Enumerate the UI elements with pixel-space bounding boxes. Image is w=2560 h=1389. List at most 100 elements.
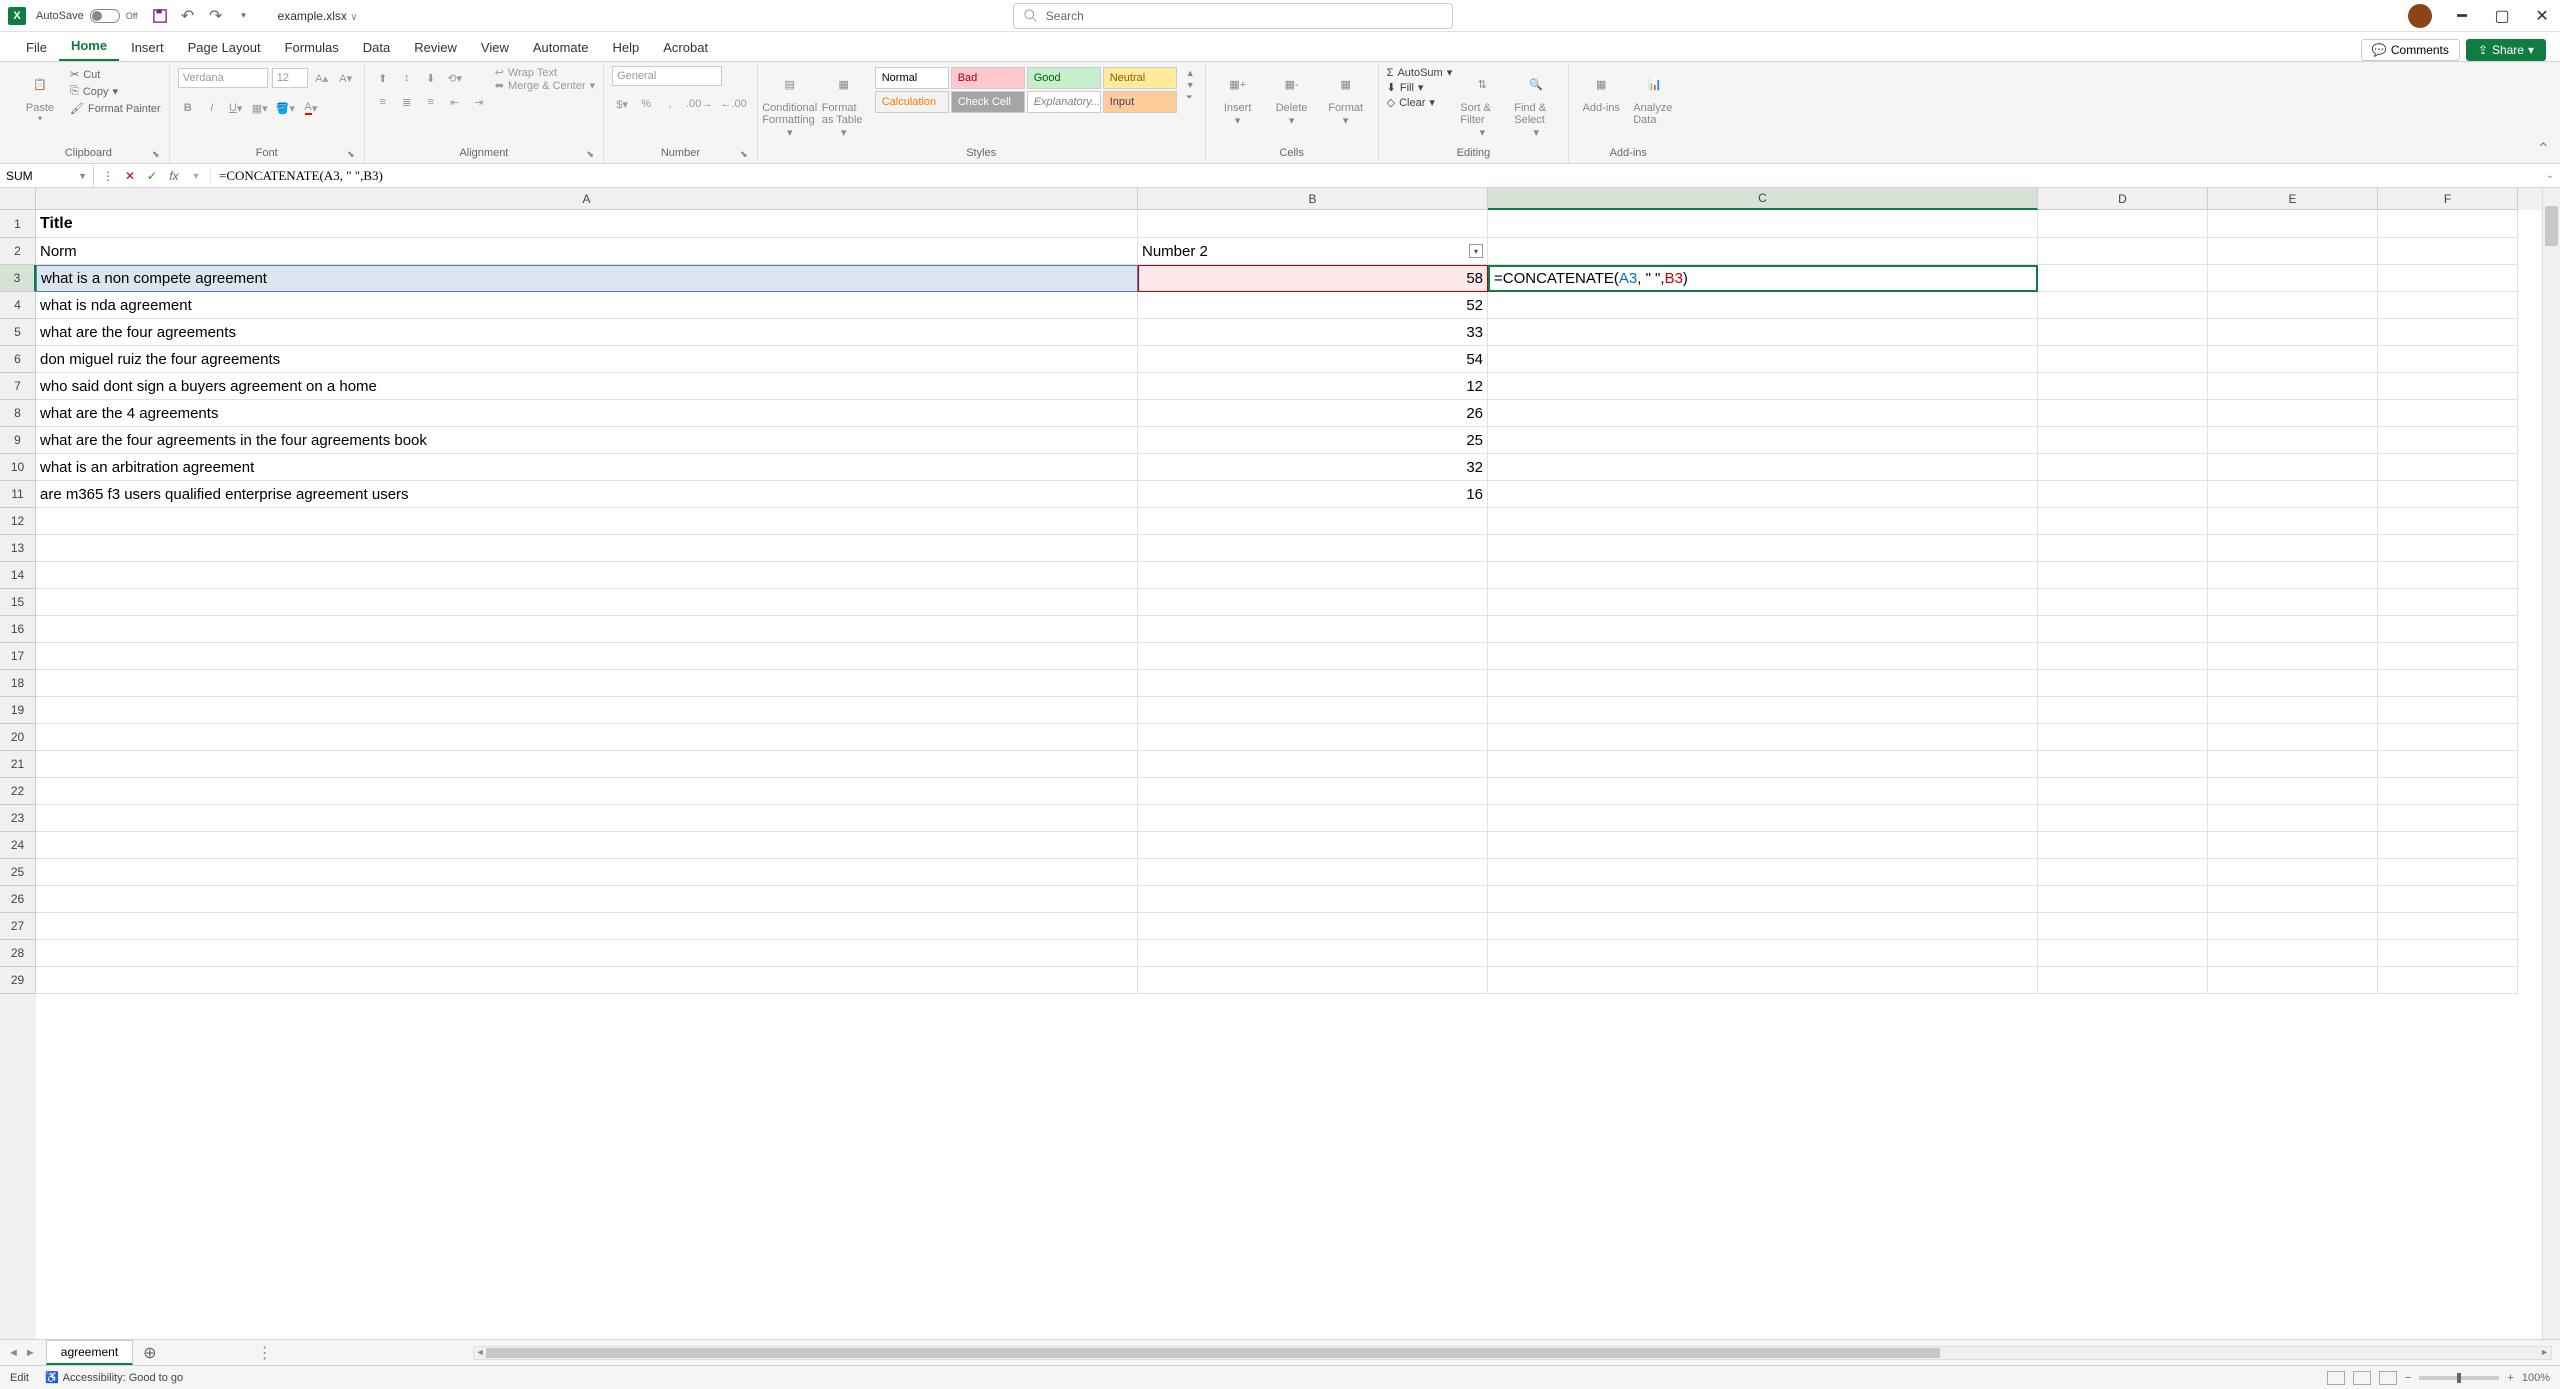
cell-B17[interactable] [1138,643,1488,670]
cell-E13[interactable] [2208,535,2378,562]
cell-B28[interactable] [1138,940,1488,967]
cell-D18[interactable] [2038,670,2208,697]
row-header-1[interactable]: 1 [0,210,36,238]
cell-F14[interactable] [2378,562,2518,589]
cell-B2[interactable]: Number 2▾ [1138,238,1488,265]
row-header-5[interactable]: 5 [0,319,36,346]
cell-B19[interactable] [1138,697,1488,724]
cell-A4[interactable]: what is nda agreement [36,292,1138,319]
cell-B24[interactable] [1138,832,1488,859]
search-input[interactable]: Search [1013,3,1453,29]
cell-D24[interactable] [2038,832,2208,859]
cell-F23[interactable] [2378,805,2518,832]
cell-E23[interactable] [2208,805,2378,832]
undo-icon[interactable]: ↶ [176,4,200,28]
comments-button[interactable]: 💬 Comments [2361,39,2460,61]
cell-E24[interactable] [2208,832,2378,859]
cell-B26[interactable] [1138,886,1488,913]
cell-D15[interactable] [2038,589,2208,616]
copy-button[interactable]: ⎘ Copy ▾ [70,85,161,98]
vertical-scrollbar[interactable] [2542,188,2560,1339]
addins-button[interactable]: ▦Add-ins [1577,66,1625,116]
maximize-icon[interactable]: ▢ [2492,6,2512,26]
cell-B20[interactable] [1138,724,1488,751]
cell-C21[interactable] [1488,751,2038,778]
row-header-14[interactable]: 14 [0,562,36,589]
increase-decimal-icon[interactable]: .00→ [684,94,714,114]
tab-formulas[interactable]: Formulas [273,34,351,61]
formula-menu-icon[interactable]: ⋮ [100,168,116,184]
cell-F11[interactable] [2378,481,2518,508]
filter-button-B2[interactable]: ▾ [1469,244,1483,258]
cell-D21[interactable] [2038,751,2208,778]
cell-D11[interactable] [2038,481,2208,508]
cell-F9[interactable] [2378,427,2518,454]
cell-D27[interactable] [2038,913,2208,940]
italic-button[interactable]: I [202,98,222,118]
zoom-slider[interactable] [2419,1376,2499,1380]
view-page-layout-icon[interactable] [2353,1371,2371,1385]
cell-C1[interactable] [1488,210,2038,238]
row-header-9[interactable]: 9 [0,427,36,454]
cell-E16[interactable] [2208,616,2378,643]
style-check-cell[interactable]: Check Cell [951,91,1025,113]
cell-F5[interactable] [2378,319,2518,346]
user-avatar-icon[interactable] [2408,4,2432,28]
cell-C12[interactable] [1488,508,2038,535]
cell-A20[interactable] [36,724,1138,751]
horizontal-scrollbar[interactable]: ◄ ► [473,1346,2552,1360]
cell-D2[interactable] [2038,238,2208,265]
cell-A5[interactable]: what are the four agreements [36,319,1138,346]
cell-A28[interactable] [36,940,1138,967]
fill-color-button[interactable]: 🪣▾ [274,98,297,118]
expand-formula-bar-icon[interactable]: ⌄ [2540,170,2560,181]
row-header-7[interactable]: 7 [0,373,36,400]
cell-E29[interactable] [2208,967,2378,994]
font-name-select[interactable] [178,68,268,88]
cell-A27[interactable] [36,913,1138,940]
cell-E1[interactable] [2208,210,2378,238]
merge-center-button[interactable]: ⬌ Merge & Center ▾ [495,79,595,92]
cell-A1[interactable]: Title [36,210,1138,238]
cell-A7[interactable]: who said dont sign a buyers agreement on… [36,373,1138,400]
style-explanatory[interactable]: Explanatory... [1027,91,1101,113]
borders-button[interactable]: ▦▾ [250,98,270,118]
cell-A21[interactable] [36,751,1138,778]
cell-C26[interactable] [1488,886,2038,913]
cell-D26[interactable] [2038,886,2208,913]
cell-B13[interactable] [1138,535,1488,562]
cell-B1[interactable] [1138,210,1488,238]
styles-scroll-up-icon[interactable]: ▲ [1186,68,1195,78]
style-input[interactable]: Input [1103,91,1177,113]
cell-E4[interactable] [2208,292,2378,319]
cell-A19[interactable] [36,697,1138,724]
cell-D13[interactable] [2038,535,2208,562]
cell-E6[interactable] [2208,346,2378,373]
paste-button[interactable]: 📋 Paste▾ [16,66,64,125]
row-header-4[interactable]: 4 [0,292,36,319]
cell-C4[interactable] [1488,292,2038,319]
cell-F28[interactable] [2378,940,2518,967]
cell-E21[interactable] [2208,751,2378,778]
cell-E10[interactable] [2208,454,2378,481]
align-middle-icon[interactable]: ↕ [397,68,417,88]
sheet-tab-agreement[interactable]: agreement [46,1340,133,1365]
name-box-dropdown-icon[interactable]: ▼ [78,171,87,181]
cell-E18[interactable] [2208,670,2378,697]
number-format-select[interactable] [612,66,722,86]
cell-E11[interactable] [2208,481,2378,508]
row-header-19[interactable]: 19 [0,697,36,724]
cell-D3[interactable] [2038,265,2208,292]
cell-A11[interactable]: are m365 f3 users qualified enterprise a… [36,481,1138,508]
cell-B8[interactable]: 26 [1138,400,1488,427]
cell-F24[interactable] [2378,832,2518,859]
share-button[interactable]: ⇪ Share ▾ [2466,39,2546,61]
cell-F22[interactable] [2378,778,2518,805]
zoom-out-icon[interactable]: − [2405,1372,2411,1384]
cell-D9[interactable] [2038,427,2208,454]
row-header-23[interactable]: 23 [0,805,36,832]
styles-more-icon[interactable]: ⏷ [1186,92,1195,103]
row-header-8[interactable]: 8 [0,400,36,427]
row-header-10[interactable]: 10 [0,454,36,481]
vertical-scrollbar-thumb[interactable] [2545,206,2558,246]
